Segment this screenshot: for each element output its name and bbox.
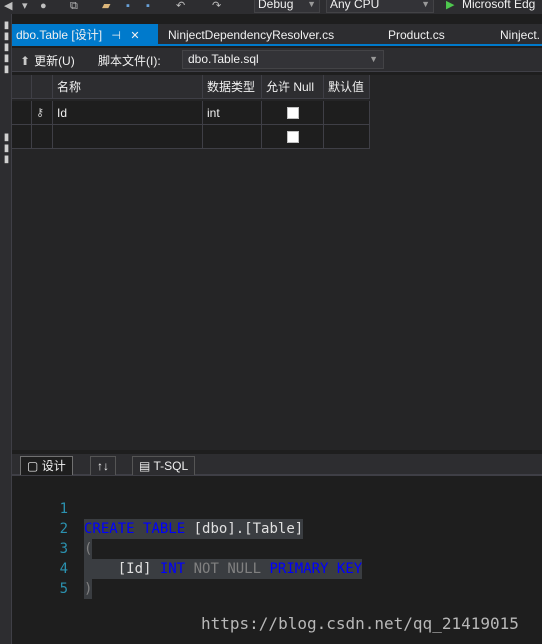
primary-key-icon: ⚷ [32,101,53,125]
tab-dbo-table-design[interactable]: dbo.Table [设计] ⊣ ✕ [12,24,158,46]
allow-null-checkbox[interactable] [286,131,299,143]
tab-label: Ninject. [500,28,541,42]
tab-label: dbo.Table [设计] [16,28,103,42]
row-selector[interactable] [12,125,32,149]
script-icon: ▤ [139,459,151,473]
code-line-3: 3 [Id] INT NOT NULL PRIMARY KEY [12,519,542,579]
swap-icon: ↑↓ [97,459,109,473]
cell-default[interactable] [324,101,370,125]
tab-design[interactable]: ▢ 设计 [20,456,73,475]
tab-label: NinjectDependencyResolver.cs [168,28,335,42]
cell-name[interactable] [53,125,203,149]
server-explorer-tab[interactable]: ▮▮▮▮▮ [1,20,12,75]
cell-type[interactable]: int [203,101,262,125]
update-button[interactable]: ⬆ 更新(U) [20,52,75,69]
line-number: 5 [59,581,68,597]
cell-allow-null[interactable] [262,101,324,125]
allow-null-checkbox[interactable] [286,107,299,119]
table-row: ⚷ Id int [12,101,542,125]
tab-ninject-dependency-resolver[interactable]: NinjectDependencyResolver.cs [164,24,360,46]
tab-product-cs[interactable]: Product.cs [384,24,474,46]
chevron-down-icon: ▼ [307,0,316,9]
chevron-down-icon: ▼ [421,0,430,9]
tab-tsql[interactable]: ▤ T-SQL [132,456,196,475]
table-row [12,125,542,149]
redo-icon[interactable]: ↷ [212,0,221,12]
forward-icon[interactable]: ● [40,0,47,12]
columns-grid: 名称 数据类型 允许 Null 默认值 ⚷ Id int [12,75,542,450]
run-target-button[interactable]: Microsoft Edg [462,0,535,11]
tab-design-label: 设计 [41,459,66,473]
toolbox-tab[interactable]: ▮▮▮ [1,132,12,165]
grid-header-row: 名称 数据类型 允许 Null 默认值 [12,75,542,99]
left-tool-strip: ▮▮▮▮▮ ▮▮▮ [0,14,12,644]
key-cell [32,125,53,149]
main-toolbar: ◀ ▾ ● ⧉ ▰ ▪ ▪ ↶ ↷ Debug ▼ Any CPU ▼ ▶ Mi… [0,0,542,14]
pin-icon[interactable]: ⊣ [111,25,121,47]
row-selector[interactable] [12,101,32,125]
platform-select[interactable]: Any CPU ▼ [326,0,434,13]
undo-icon[interactable]: ↶ [176,0,185,12]
pane-tabs: ▢ 设计 ↑↓ ▤ T-SQL [12,454,542,476]
cell-name[interactable]: Id [53,101,203,125]
designer-toolbar: ⬆ 更新(U) 脚本文件(I): dbo.Table.sql ▼ [12,48,542,72]
script-file-value: dbo.Table.sql [188,52,259,66]
code-line-1: 1 CREATE TABLE [dbo].[Table] [12,479,542,539]
column-header-type[interactable]: 数据类型 [203,75,262,99]
key-column-header [32,75,53,99]
cell-default[interactable] [324,125,370,149]
tab-tsql-label: T-SQL [153,459,189,473]
document-tab-row: dbo.Table [设计] ⊣ ✕ NinjectDependencyReso… [12,24,542,46]
arrow-up-icon: ⬆ [20,54,31,68]
save-icon[interactable]: ▪ [126,0,130,12]
tab-ninject[interactable]: Ninject. [496,24,542,46]
update-label: 更新(U) [34,54,75,68]
row-selector-header[interactable] [12,75,32,99]
open-folder-icon[interactable]: ▰ [102,0,110,12]
configuration-select[interactable]: Debug ▼ [254,0,320,13]
code-line-2: 2 ( [12,499,542,559]
column-header-allow-null[interactable]: 允许 Null [262,75,324,99]
cell-allow-null[interactable] [262,125,324,149]
cell-type[interactable] [203,125,262,149]
design-icon: ▢ [27,459,39,473]
play-icon[interactable]: ▶ [446,0,454,11]
column-header-name[interactable]: 名称 [53,75,203,99]
watermark: https://blog.csdn.net/qq_21419015 [201,614,519,633]
configuration-value: Debug [258,0,294,11]
code-line-5: 5 [12,559,542,597]
script-file-label: 脚本文件(I): [98,54,161,68]
dropdown-icon[interactable]: ▾ [22,0,28,12]
code-text[interactable]: ) [84,579,93,599]
code-line-4: 4 ) [12,539,542,599]
chevron-down-icon: ▼ [369,54,378,64]
script-file-select[interactable]: dbo.Table.sql ▼ [182,50,384,69]
close-icon[interactable]: ✕ [130,25,139,47]
new-project-icon[interactable]: ⧉ [70,0,78,12]
platform-value: Any CPU [330,0,380,11]
column-header-default[interactable]: 默认值 [324,75,370,99]
back-icon[interactable]: ◀ [4,0,12,12]
swap-panes-button[interactable]: ↑↓ [90,456,116,475]
tab-label: Product.cs [388,28,445,42]
save-all-icon[interactable]: ▪ [146,0,150,12]
